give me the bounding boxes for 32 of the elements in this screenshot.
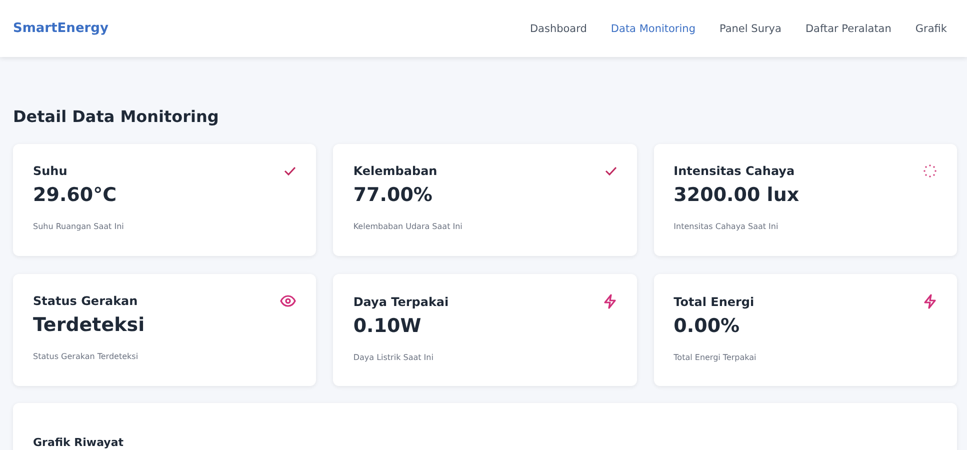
card-title: Status Gerakan [33, 294, 138, 308]
nav-link[interactable]: Panel Surya [707, 22, 794, 34]
card-title: Suhu [33, 164, 68, 178]
check-icon [284, 166, 296, 176]
card-caption: Status Gerakan Terdeteksi [33, 352, 138, 361]
card-value: 29.60°C [33, 184, 117, 206]
card-title: Kelembaban [353, 164, 438, 178]
eye-icon [280, 295, 296, 307]
card-caption: Daya Listrik Saat Ini [353, 353, 434, 362]
loading-icon [923, 164, 937, 178]
check-icon [604, 166, 617, 176]
card-value: 77.00% [353, 184, 432, 206]
lightning-icon [602, 294, 617, 309]
card-caption: Kelembaban Udara Saat Ini [353, 222, 462, 231]
card-title: Daya Terpakai [353, 294, 449, 308]
card-value: 0.10W [353, 315, 422, 337]
card-value: 3200.00 lux [674, 184, 800, 206]
card-caption: Intensitas Cahaya Saat Ini [674, 222, 778, 231]
lightning-icon [923, 294, 937, 309]
card-title: Intensitas Cahaya [674, 164, 795, 178]
card-caption: Suhu Ruangan Saat Ini [33, 222, 124, 231]
card-value: 0.00% [674, 315, 740, 337]
nav-link[interactable]: Daftar Peralatan [793, 22, 904, 34]
card-caption: Total Energi Terpakai [674, 353, 756, 362]
page-title: Detail Data Monitoring [13, 107, 219, 126]
card-title: Total Energi [674, 294, 754, 308]
nav-link[interactable]: Dashboard [518, 22, 599, 34]
nav-link[interactable]: Data Monitoring [598, 22, 708, 34]
brand-logo[interactable]: SmartEnergy [13, 21, 518, 36]
card-value: Terdeteksi [33, 314, 145, 336]
section-title: Grafik Riwayat [33, 436, 124, 449]
nav-link[interactable]: Grafik [903, 22, 959, 34]
